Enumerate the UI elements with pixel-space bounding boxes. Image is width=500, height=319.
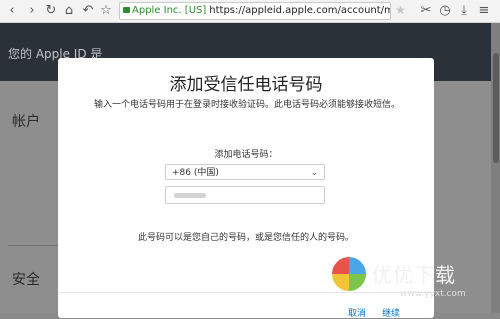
dialog-title: 添加受信任电话号码 <box>169 75 323 95</box>
lock-icon <box>123 7 130 13</box>
chevron-down-icon: ⌄ <box>310 168 318 178</box>
phone-number-input[interactable] <box>165 186 325 204</box>
watermark-text: 优优下载 <box>372 263 456 287</box>
clock-icon[interactable]: ◷ <box>437 3 453 19</box>
section-account: 帐户 <box>12 114 40 130</box>
bookmark-star-icon[interactable]: ☆ <box>98 3 114 19</box>
country-code-value: +86 (中国) <box>172 168 219 178</box>
favorite-star-icon[interactable]: ★ <box>395 3 406 17</box>
scrollbar-thumb[interactable] <box>493 53 499 163</box>
phone-number-label: 添加电话号码： <box>214 150 278 160</box>
watermark-url: www.yyxt.com <box>400 289 466 299</box>
divider <box>8 245 58 246</box>
address-bar[interactable]: Apple Inc. [US] https://appleid.apple.com… <box>119 2 391 20</box>
dialog-note: 此号码可以是您自己的号码，或是您信任的人的号码。 <box>137 233 354 243</box>
back-icon[interactable]: ‹ <box>4 3 20 19</box>
forward-icon[interactable]: › <box>24 3 40 19</box>
security-indicator: Apple Inc. [US] <box>120 3 209 19</box>
browser-toolbar: ‹ › ↻ ⌂ ↶ ☆ Apple Inc. [US] https://apple… <box>0 0 500 23</box>
menu-icon[interactable]: ≡ <box>476 3 492 19</box>
undo-icon[interactable]: ↶ <box>80 3 96 19</box>
watermark: 优优下载 www.yyxt.com <box>330 255 500 313</box>
download-icon[interactable]: ⤓ <box>456 3 472 19</box>
url-text: https://appleid.apple.com/account/manage <box>209 5 391 16</box>
watermark-logo-icon <box>332 257 366 291</box>
section-security: 安全 <box>12 272 40 288</box>
scissors-icon[interactable]: ✂ <box>418 3 434 19</box>
dialog-description: 输入一个电话号码用于在登录时接收验证码。此电话号码必须能够接收短信。 <box>93 100 400 110</box>
redacted-placeholder <box>174 193 206 198</box>
reload-icon[interactable]: ↻ <box>43 3 59 19</box>
home-icon[interactable]: ⌂ <box>61 3 77 19</box>
country-code-select[interactable]: +86 (中国) ⌄ <box>165 164 325 180</box>
